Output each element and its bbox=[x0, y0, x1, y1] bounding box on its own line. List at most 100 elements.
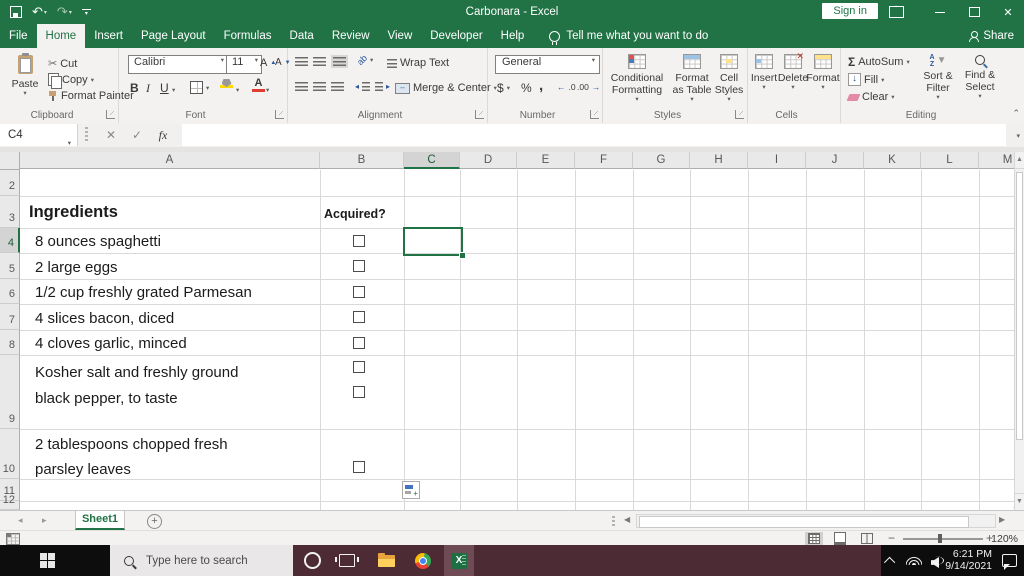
cell-A9[interactable]: Kosher salt and freshly ground black pep… bbox=[35, 360, 313, 412]
currency-button[interactable]: $ ▾ bbox=[497, 81, 510, 95]
cut-button[interactable]: ✂ Cut bbox=[48, 57, 77, 71]
row-header-5[interactable]: 5 bbox=[0, 253, 20, 279]
row-header-9[interactable]: 9 bbox=[0, 355, 20, 429]
tab-formulas[interactable]: Formulas bbox=[215, 24, 281, 48]
zoom-slider-track[interactable] bbox=[903, 538, 983, 540]
cell-B3[interactable]: Acquired? bbox=[324, 207, 402, 222]
action-center-button[interactable] bbox=[994, 545, 1024, 576]
formula-input[interactable] bbox=[182, 124, 1006, 146]
decrease-decimal-button[interactable]: .00 → bbox=[577, 82, 600, 92]
cell-A8[interactable]: 4 cloves garlic, minced bbox=[35, 333, 313, 355]
column-header-B[interactable]: B bbox=[320, 152, 404, 169]
column-header-J[interactable]: J bbox=[806, 152, 864, 169]
vertical-scrollbar[interactable]: ▲ ▼ bbox=[1014, 152, 1024, 510]
format-as-table-button[interactable]: Format as Table ▾ bbox=[671, 54, 713, 104]
ribbon-display-options-button[interactable]: ⌃ bbox=[880, 0, 912, 24]
column-header-H[interactable]: H bbox=[690, 152, 748, 169]
increase-decimal-button[interactable]: ← .0 bbox=[557, 82, 576, 92]
tab-help[interactable]: Help bbox=[492, 24, 534, 48]
align-bottom-button[interactable] bbox=[331, 55, 348, 68]
scroll-left-icon[interactable]: ◀ bbox=[624, 513, 630, 527]
fill-handle[interactable] bbox=[459, 252, 466, 259]
network-button[interactable] bbox=[902, 545, 926, 576]
tab-developer[interactable]: Developer bbox=[421, 24, 491, 48]
redo-button[interactable]: ↷ ▾ bbox=[53, 1, 76, 23]
tab-view[interactable]: View bbox=[379, 24, 422, 48]
increase-font-button[interactable]: A ▲ bbox=[260, 57, 276, 69]
format-cells-button[interactable]: Format ▾ bbox=[806, 54, 840, 92]
delete-cells-button[interactable]: ✕ Delete ▾ bbox=[778, 51, 808, 92]
cell-A3[interactable]: Ingredients bbox=[29, 202, 309, 222]
start-button[interactable] bbox=[0, 545, 55, 576]
enter-formula-button[interactable]: ✓ bbox=[124, 123, 150, 147]
minimize-button[interactable] bbox=[924, 0, 956, 24]
font-dialog-launcher-icon[interactable] bbox=[275, 110, 284, 119]
task-view-button[interactable] bbox=[332, 545, 362, 576]
cell-A10[interactable]: 2 tablespoons chopped fresh parsley leav… bbox=[35, 432, 313, 482]
checkbox-row8[interactable] bbox=[353, 337, 365, 349]
page-break-view-button[interactable] bbox=[858, 532, 876, 545]
column-header-A[interactable]: A bbox=[20, 152, 320, 169]
font-name-select[interactable]: Calibri ▾ bbox=[128, 55, 229, 74]
number-dialog-launcher-icon[interactable] bbox=[590, 110, 599, 119]
cancel-formula-button[interactable]: ✕ bbox=[98, 123, 124, 147]
zoom-level[interactable]: 120% bbox=[991, 533, 1018, 545]
customize-qat-button[interactable]: ▾ bbox=[78, 1, 95, 23]
checkbox-row10[interactable] bbox=[353, 461, 365, 473]
fill-color-dropdown[interactable]: ▾ bbox=[236, 86, 239, 94]
align-middle-button[interactable] bbox=[313, 57, 326, 66]
next-sheet-icon[interactable]: ▸ bbox=[42, 515, 47, 526]
cell-A4[interactable]: 8 ounces spaghetti bbox=[35, 231, 313, 253]
tabbar-splitter[interactable] bbox=[612, 516, 615, 526]
taskbar-clock[interactable]: 6:21 PM 9/14/2021 bbox=[945, 548, 992, 572]
column-header-I[interactable]: I bbox=[748, 152, 806, 169]
insert-cells-button[interactable]: Insert ▾ bbox=[750, 54, 778, 92]
horizontal-scroll-thumb[interactable] bbox=[639, 516, 969, 528]
collapse-ribbon-icon[interactable]: ⌃ bbox=[1012, 108, 1020, 119]
row-header-10[interactable]: 10 bbox=[0, 429, 20, 479]
tab-data[interactable]: Data bbox=[281, 24, 323, 48]
tab-home[interactable]: Home bbox=[36, 24, 86, 48]
comma-button[interactable]: , bbox=[539, 77, 543, 94]
alignment-dialog-launcher-icon[interactable] bbox=[475, 110, 484, 119]
italic-button[interactable]: I bbox=[146, 81, 150, 96]
font-color-dropdown[interactable]: ▾ bbox=[266, 86, 269, 94]
new-sheet-button[interactable]: + bbox=[147, 514, 162, 529]
insert-options-button[interactable]: + bbox=[402, 481, 420, 499]
underline-dropdown[interactable]: ▾ bbox=[172, 86, 175, 94]
fill-color-button[interactable] bbox=[220, 79, 233, 88]
horizontal-scrollbar[interactable] bbox=[636, 514, 996, 528]
row-header-4[interactable]: 4 bbox=[0, 228, 20, 253]
name-box[interactable]: C4 ▾ bbox=[0, 124, 78, 147]
checkbox-row9-2[interactable] bbox=[353, 386, 365, 398]
tab-page-layout[interactable]: Page Layout bbox=[132, 24, 215, 48]
file-explorer-button[interactable] bbox=[371, 545, 401, 576]
wrap-text-button[interactable]: Wrap Text bbox=[387, 57, 449, 69]
row-header-6[interactable]: 6 bbox=[0, 279, 20, 304]
copy-button[interactable]: Copy ▾ bbox=[48, 73, 94, 89]
cell-A7[interactable]: 4 slices bacon, diced bbox=[35, 308, 313, 330]
align-top-button[interactable] bbox=[295, 57, 308, 66]
increase-indent-button[interactable]: ▸ bbox=[375, 82, 390, 91]
save-button[interactable] bbox=[6, 1, 26, 23]
borders-button[interactable]: ▾ bbox=[190, 81, 209, 94]
find-select-button[interactable]: Find & Select ▾ bbox=[960, 55, 1000, 101]
row-header-7[interactable]: 7 bbox=[0, 304, 20, 330]
font-color-button[interactable]: A bbox=[252, 78, 265, 92]
macro-record-button[interactable] bbox=[6, 533, 20, 545]
sign-in-button[interactable]: Sign in bbox=[822, 3, 878, 19]
tab-file[interactable]: File bbox=[0, 24, 37, 48]
bold-button[interactable]: B bbox=[130, 81, 139, 95]
page-layout-view-button[interactable] bbox=[831, 532, 849, 545]
styles-dialog-launcher-icon[interactable] bbox=[735, 110, 744, 119]
column-header-E[interactable]: E bbox=[517, 152, 575, 169]
normal-view-button[interactable] bbox=[805, 532, 823, 545]
tell-me-box[interactable]: Tell me what you want to do bbox=[549, 24, 708, 48]
clipboard-dialog-launcher-icon[interactable] bbox=[106, 110, 115, 119]
checkbox-row9-1[interactable] bbox=[353, 361, 365, 373]
undo-button[interactable]: ↶ ▾ bbox=[28, 1, 51, 23]
fill-button[interactable]: ↓ Fill ▾ bbox=[848, 73, 884, 86]
checkbox-row7[interactable] bbox=[353, 311, 365, 323]
zoom-out-button[interactable]: − bbox=[888, 531, 895, 545]
align-center-button[interactable] bbox=[313, 82, 326, 91]
